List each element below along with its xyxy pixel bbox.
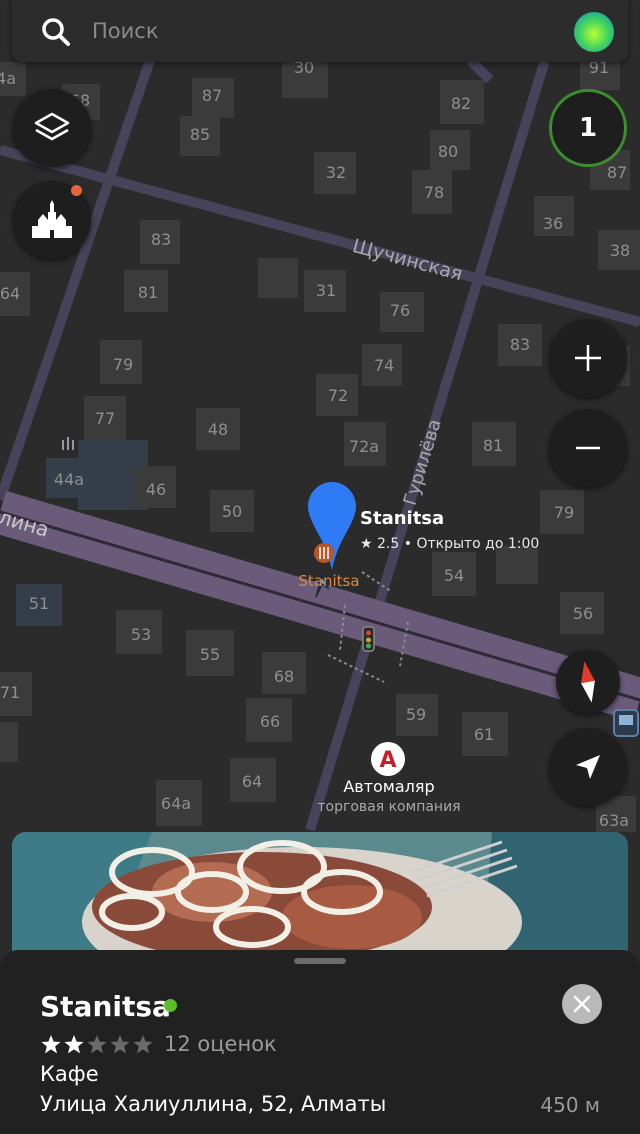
landmark-building-icon bbox=[32, 200, 72, 238]
building-number: 64 bbox=[0, 284, 20, 303]
poi-pin[interactable]: A bbox=[371, 742, 405, 776]
food-photo bbox=[12, 832, 628, 962]
place-category: Кафе bbox=[40, 1062, 99, 1086]
building-number: 32 bbox=[326, 163, 346, 182]
building-number: 74 bbox=[374, 356, 394, 375]
building-number: 64 bbox=[242, 772, 262, 791]
compass-icon bbox=[581, 661, 595, 703]
building-number: 51 bbox=[29, 594, 49, 613]
search-input[interactable] bbox=[92, 13, 532, 49]
building-number: 61 bbox=[474, 725, 494, 744]
building-number: 55 bbox=[200, 645, 220, 664]
building-number: 59 bbox=[406, 705, 426, 724]
building-number: 80 bbox=[438, 142, 458, 161]
building-number: 53 bbox=[131, 625, 151, 644]
traffic-level-value: 1 bbox=[578, 113, 598, 143]
reviews-count[interactable]: 12 оценок bbox=[164, 1032, 277, 1056]
voice-assistant-icon[interactable] bbox=[574, 12, 614, 52]
landmarks-button[interactable] bbox=[13, 181, 91, 259]
building-number: 72 bbox=[328, 386, 348, 405]
open-status-dot bbox=[164, 999, 177, 1012]
building-number: 87 bbox=[607, 163, 627, 182]
place-address: Улица Халиуллина, 52, Алматы bbox=[40, 1092, 387, 1116]
building-number: 46 bbox=[146, 480, 166, 499]
building-number: 87 bbox=[202, 86, 222, 105]
layers-icon bbox=[34, 112, 70, 141]
building-number: 68 bbox=[274, 667, 294, 686]
building-number: 72а bbox=[349, 437, 379, 456]
place-card[interactable]: Stanitsa 12 оценок Кафе Улица Халиуллина… bbox=[0, 950, 640, 1134]
minus-icon bbox=[576, 446, 600, 450]
poi-brand-icon: A bbox=[379, 748, 396, 773]
star-icon bbox=[41, 1035, 61, 1054]
rating-stars bbox=[41, 1035, 152, 1054]
search-bar[interactable] bbox=[12, 0, 628, 62]
compass-button[interactable] bbox=[556, 650, 620, 714]
place-name-label[interactable]: Stanitsa bbox=[360, 508, 444, 529]
building-number: 81 bbox=[138, 283, 158, 302]
place-photo[interactable] bbox=[12, 832, 628, 962]
my-location-button[interactable] bbox=[549, 728, 627, 806]
star-icon bbox=[64, 1035, 84, 1054]
traffic-light-icon bbox=[362, 626, 375, 652]
building-number: 64а bbox=[161, 794, 191, 813]
building-number: 76 bbox=[390, 301, 410, 320]
zoom-out-button[interactable] bbox=[549, 409, 627, 487]
traffic-level-button[interactable]: 1 bbox=[549, 89, 627, 167]
building-number: 77 bbox=[95, 409, 115, 428]
place-distance: 450 м bbox=[540, 1093, 600, 1117]
building-number: 79 bbox=[113, 355, 133, 374]
building-number: 48 bbox=[208, 420, 228, 439]
place-marker-label: Stanitsa bbox=[298, 572, 359, 590]
building-number: 38 bbox=[610, 241, 630, 260]
building-number: 83 bbox=[510, 335, 530, 354]
close-icon bbox=[573, 995, 591, 1013]
place-status-label: Открыто до 1:00 bbox=[416, 536, 539, 552]
building-number: 78 bbox=[424, 183, 444, 202]
building-number: 4а bbox=[0, 69, 16, 88]
building-number: 54 bbox=[444, 566, 464, 585]
plus-icon bbox=[575, 345, 601, 371]
star-icon bbox=[133, 1035, 152, 1054]
building-number: 81 bbox=[483, 436, 503, 455]
close-button[interactable] bbox=[562, 984, 602, 1024]
star-icon bbox=[110, 1035, 130, 1054]
building-number: 63а bbox=[599, 811, 629, 830]
building-number: 79 bbox=[554, 503, 574, 522]
building-number: 66 bbox=[260, 712, 280, 731]
poi-subtitle: торговая компания bbox=[317, 799, 460, 815]
svg-text:★ 2.5 • Открыто до 1:00: ★ 2.5 • Открыто до 1:00 bbox=[360, 536, 539, 552]
building-number: 50 bbox=[222, 502, 242, 521]
place-title: Stanitsa bbox=[40, 990, 171, 1023]
building-number: 36 bbox=[543, 214, 563, 233]
building-number: 85 bbox=[190, 125, 210, 144]
building-number: 82 bbox=[451, 94, 471, 113]
building-number: 83 bbox=[151, 230, 171, 249]
navigation-arrow-icon bbox=[576, 755, 600, 779]
building-number: 71 bbox=[0, 683, 20, 702]
zoom-in-button[interactable] bbox=[549, 319, 627, 397]
drag-handle[interactable] bbox=[294, 958, 346, 964]
poi-name[interactable]: Автомаляр bbox=[343, 777, 434, 796]
bus-stop-icon[interactable] bbox=[613, 709, 639, 737]
layers-button[interactable] bbox=[13, 89, 91, 167]
place-rating-label: ★ 2.5 bbox=[360, 536, 399, 552]
notification-dot bbox=[71, 185, 82, 196]
search-icon[interactable] bbox=[36, 12, 76, 52]
building-number: 44а bbox=[54, 470, 84, 489]
building-number: 56 bbox=[573, 604, 593, 623]
star-icon bbox=[87, 1035, 107, 1054]
building-number: 31 bbox=[316, 281, 336, 300]
